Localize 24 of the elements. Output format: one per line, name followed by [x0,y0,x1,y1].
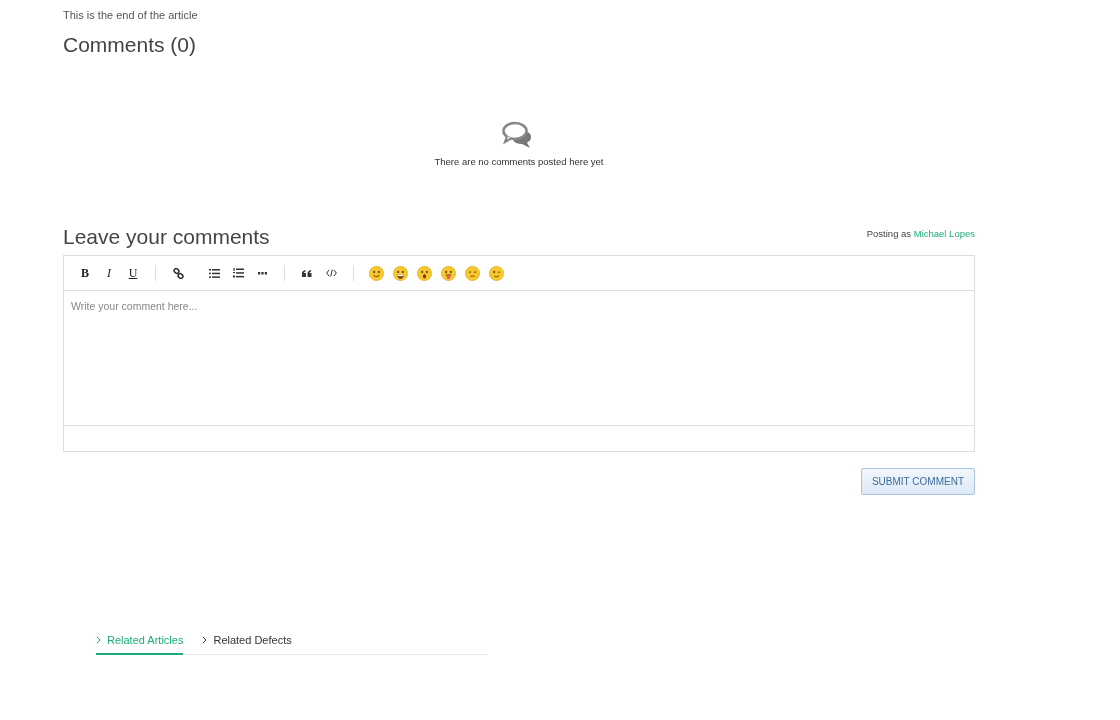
related-tab[interactable]: Related Defects [202,631,292,655]
article-end-text: This is the end of the article [63,8,199,21]
link-icon[interactable] [172,267,184,279]
submit-comment-button[interactable]: SUBMIT COMMENT [860,468,975,495]
emoji-icon[interactable] [368,265,384,281]
emoji-icon[interactable] [464,265,480,281]
bulleted-list-icon[interactable] [208,268,220,278]
comments-heading: Comments (0) [63,33,198,57]
emoji-icon[interactable] [488,265,504,281]
emoji-icon[interactable] [440,265,456,281]
italic-button[interactable]: I [97,265,121,281]
comment-field[interactable]: Write your comment here... [63,291,975,426]
quote-icon[interactable] [302,269,312,277]
leave-comments-heading: Leave your comments [63,225,270,249]
emoji-icon[interactable] [416,265,432,281]
bold-button[interactable]: B [73,265,97,281]
posting-as-text: Posting as Michael Lopes [866,228,975,239]
code-icon[interactable] [325,269,337,277]
emoji-icon[interactable] [392,265,408,281]
chevron-icon [202,636,208,644]
underline-button[interactable]: U [121,265,145,281]
empty-comments-message: There are no comments posted here yet [434,156,604,167]
numbered-list-icon[interactable] [232,268,244,278]
chevron-icon [96,636,101,644]
